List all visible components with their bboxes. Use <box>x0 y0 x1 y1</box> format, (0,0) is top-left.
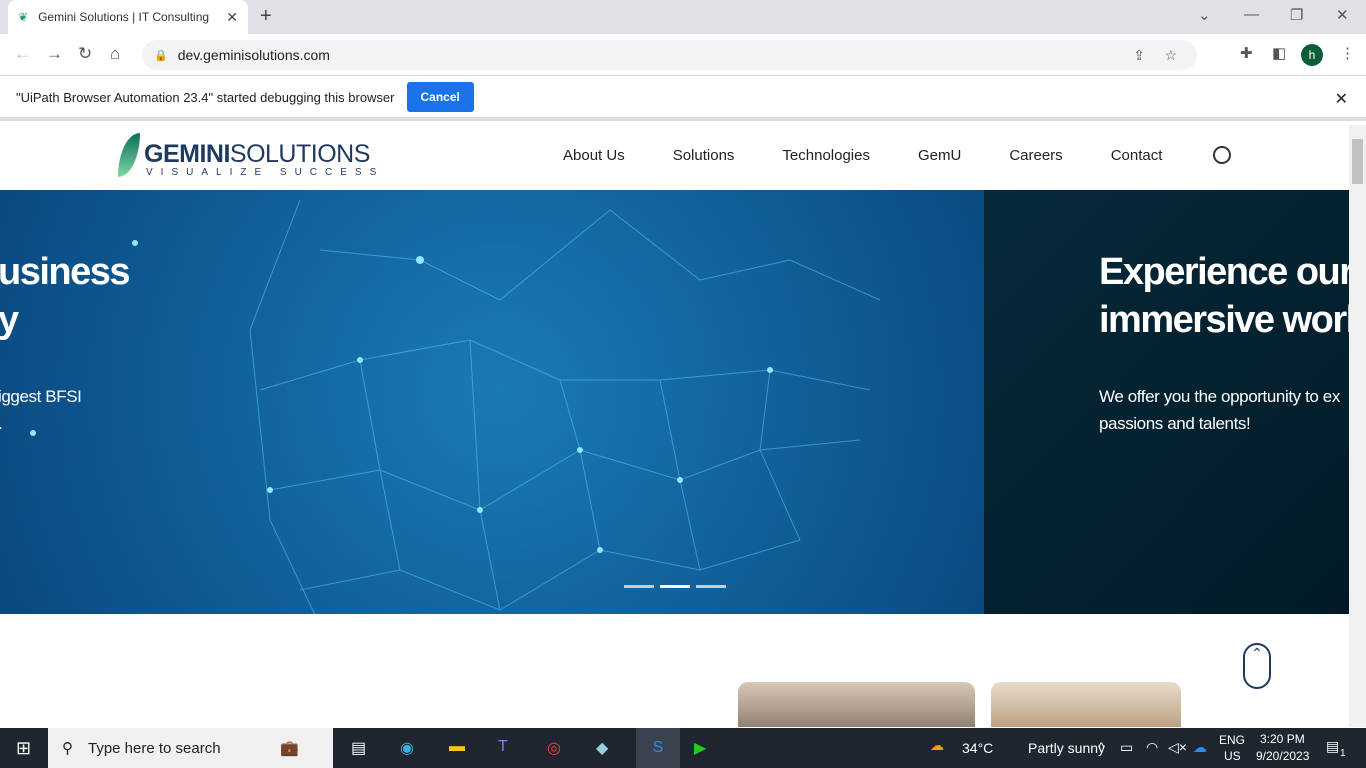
battery-icon[interactable]: ▭ <box>1120 739 1133 756</box>
carousel-dot-2[interactable] <box>660 585 690 588</box>
network-globe-graphic <box>30 199 881 614</box>
profile-avatar[interactable]: h <box>1301 44 1323 66</box>
page-scrollbar[interactable] <box>1349 125 1366 727</box>
tab-title: Gemini Solutions | IT Consulting <box>38 10 210 24</box>
close-tab-icon[interactable]: ✕ <box>226 9 238 26</box>
nav-careers[interactable]: Careers <box>1009 147 1062 164</box>
cancel-button[interactable]: Cancel <box>406 82 474 112</box>
side-panel-icon[interactable]: ◧ <box>1272 44 1286 62</box>
edge-icon[interactable]: ◉ <box>400 738 414 758</box>
bookmark-star-icon[interactable]: ☆ <box>1164 47 1177 64</box>
player-icon[interactable]: ▶ <box>694 738 706 758</box>
language-code[interactable]: ENG <box>1219 733 1245 747</box>
windows-start-icon[interactable]: ⊞ <box>16 738 31 759</box>
slide2: Experience our immersive work We offer yo… <box>984 190 1349 614</box>
slide2-heading: Experience our immersive work <box>1099 251 1349 341</box>
back-button[interactable]: ← <box>14 44 31 64</box>
slide2-text: We offer you the opportunity to ex passio… <box>1099 387 1340 433</box>
gemini-favicon-icon: ❦ <box>18 10 29 24</box>
address-bar[interactable]: 🔒 dev.geminisolutions.com ⇪ ☆ <box>142 40 1197 70</box>
debugging-infobar: "UiPath Browser Automation 23.4" started… <box>0 77 1366 121</box>
weather-text[interactable]: Partly sunny <box>1028 740 1105 756</box>
uipath-studio-icon[interactable]: S <box>636 728 680 768</box>
muted-speaker-icon[interactable]: ◁× <box>1168 739 1187 756</box>
hero-carousel: usinessy iggest BFSI. Experience ourimme… <box>0 190 1349 614</box>
forward-button[interactable]: → <box>46 44 63 64</box>
chrome-icon[interactable]: ◎ <box>547 738 561 758</box>
tab-strip: ❦ Gemini Solutions | IT Consulting ✕ + ⌄… <box>0 0 1366 34</box>
logo-name-bold: GEMINI <box>144 140 230 168</box>
taskbar-search-placeholder: Type here to search <box>88 739 221 757</box>
share-icon[interactable]: ⇪ <box>1133 47 1145 64</box>
weather-icon[interactable]: ☁ <box>930 737 944 754</box>
toolbar: ← → ↻ ⌂ 🔒 dev.geminisolutions.com ⇪ ☆ ✚ … <box>0 34 1366 76</box>
notifications-icon[interactable]: ▤ <box>1326 738 1339 755</box>
extensions-icon[interactable]: ✚ <box>1240 44 1253 62</box>
nav-technologies[interactable]: Technologies <box>782 147 870 164</box>
webpage: GEMINISOLUTIONS VISUALIZE SUCCESS About … <box>0 125 1349 727</box>
file-explorer-icon[interactable]: ▬ <box>449 738 465 756</box>
search-icon[interactable] <box>1213 146 1231 164</box>
clock-time[interactable]: 3:20 PM <box>1260 732 1305 746</box>
nav-contact[interactable]: Contact <box>1111 147 1163 164</box>
url-text: dev.geminisolutions.com <box>177 47 330 63</box>
lock-icon: 🔒 <box>154 49 168 62</box>
weather-temp[interactable]: 34°C <box>962 740 993 756</box>
main-nav: About Us Solutions Technologies GemU Car… <box>563 147 1162 164</box>
scrollbar-thumb[interactable] <box>1352 139 1363 184</box>
wifi-icon[interactable]: ◠ <box>1146 739 1158 756</box>
close-infobar-icon[interactable]: ✕ <box>1335 89 1348 109</box>
leaf-logo-icon <box>118 133 140 177</box>
slide1-heading: usiness y <box>0 251 131 341</box>
home-button[interactable]: ⌂ <box>110 44 120 64</box>
office-photo <box>991 682 1181 727</box>
show-hidden-icons[interactable]: ^ <box>1098 739 1105 755</box>
notification-count: 1 <box>1340 748 1346 759</box>
app-icon[interactable]: ◆ <box>596 738 608 758</box>
nav-solutions[interactable]: Solutions <box>673 147 735 164</box>
tab-search-chevron-icon[interactable]: ⌄ <box>1198 6 1211 24</box>
debug-message: "UiPath Browser Automation 23.4" started… <box>16 89 395 105</box>
site-header: GEMINISOLUTIONS VISUALIZE SUCCESS About … <box>0 125 1349 190</box>
carousel-dot-1[interactable] <box>624 585 654 588</box>
nav-gemu[interactable]: GemU <box>918 147 961 164</box>
search-icon: ⚲ <box>62 740 73 757</box>
restore-button[interactable]: ❐ <box>1290 6 1303 24</box>
carousel-indicators <box>624 585 726 588</box>
onedrive-icon[interactable]: ☁ <box>1193 739 1207 756</box>
logo-tagline: VISUALIZE SUCCESS <box>146 167 385 178</box>
taskbar-search[interactable]: ⚲ Type here to search 💼 <box>48 728 333 768</box>
new-tab-button[interactable]: + <box>260 5 272 28</box>
nav-about-us[interactable]: About Us <box>563 147 625 164</box>
briefcase-icon: 💼 <box>280 740 299 757</box>
teams-icon[interactable]: T <box>498 738 508 756</box>
menu-kebab-icon[interactable]: ⋮ <box>1340 44 1355 62</box>
slide1-text: iggest BFSI. <box>0 387 82 433</box>
minimize-button[interactable]: — <box>1244 6 1259 23</box>
team-photo <box>738 682 975 727</box>
scroll-up-icon[interactable]: ⌃ <box>1243 643 1271 689</box>
region-code[interactable]: US <box>1224 749 1241 763</box>
task-view-icon[interactable]: ▤ <box>351 738 366 758</box>
carousel-dot-3[interactable] <box>696 585 726 588</box>
close-window-button[interactable]: ✕ <box>1336 6 1349 24</box>
windows-taskbar: ⊞ ⚲ Type here to search 💼 ▤ ◉ ▬ T ◎ ◆ S … <box>0 728 1366 768</box>
browser-tab[interactable]: ❦ Gemini Solutions | IT Consulting ✕ <box>8 0 248 34</box>
logo-name-rest: SOLUTIONS <box>229 140 370 168</box>
clock-date[interactable]: 9/20/2023 <box>1256 749 1309 763</box>
reload-button[interactable]: ↻ <box>78 44 92 64</box>
